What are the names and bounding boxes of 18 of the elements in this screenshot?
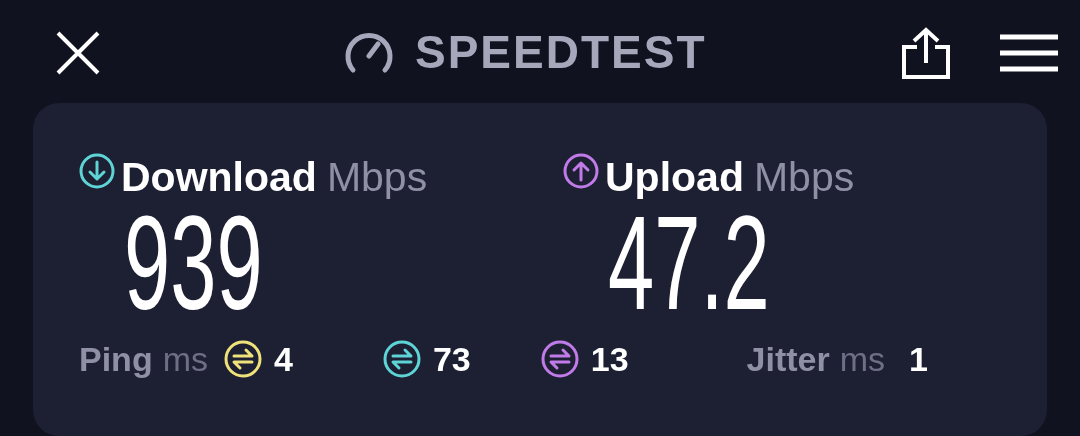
unit-label: Mbps — [326, 153, 428, 201]
share-icon[interactable] — [902, 27, 950, 79]
result-label: Download — [121, 153, 317, 201]
close-icon[interactable] — [55, 30, 101, 76]
ping-value: 13 — [590, 339, 629, 379]
unit-label: ms — [839, 339, 886, 379]
ping-label: Ping — [79, 339, 153, 379]
unit-label: ms — [162, 339, 208, 379]
speed-value: 939 — [124, 205, 263, 321]
jitter-label: Jitter — [746, 339, 830, 379]
result-label: Upload — [605, 153, 744, 201]
ping-value: 73 — [432, 339, 471, 379]
unit-label: Mbps — [753, 153, 855, 201]
menu-icon[interactable] — [1000, 34, 1058, 72]
jitter-value: 1 — [909, 339, 928, 379]
ping-value: 4 — [274, 339, 293, 379]
speed-value: 47.2 — [608, 205, 770, 321]
logo-text: SPEEDTEST — [415, 24, 707, 79]
